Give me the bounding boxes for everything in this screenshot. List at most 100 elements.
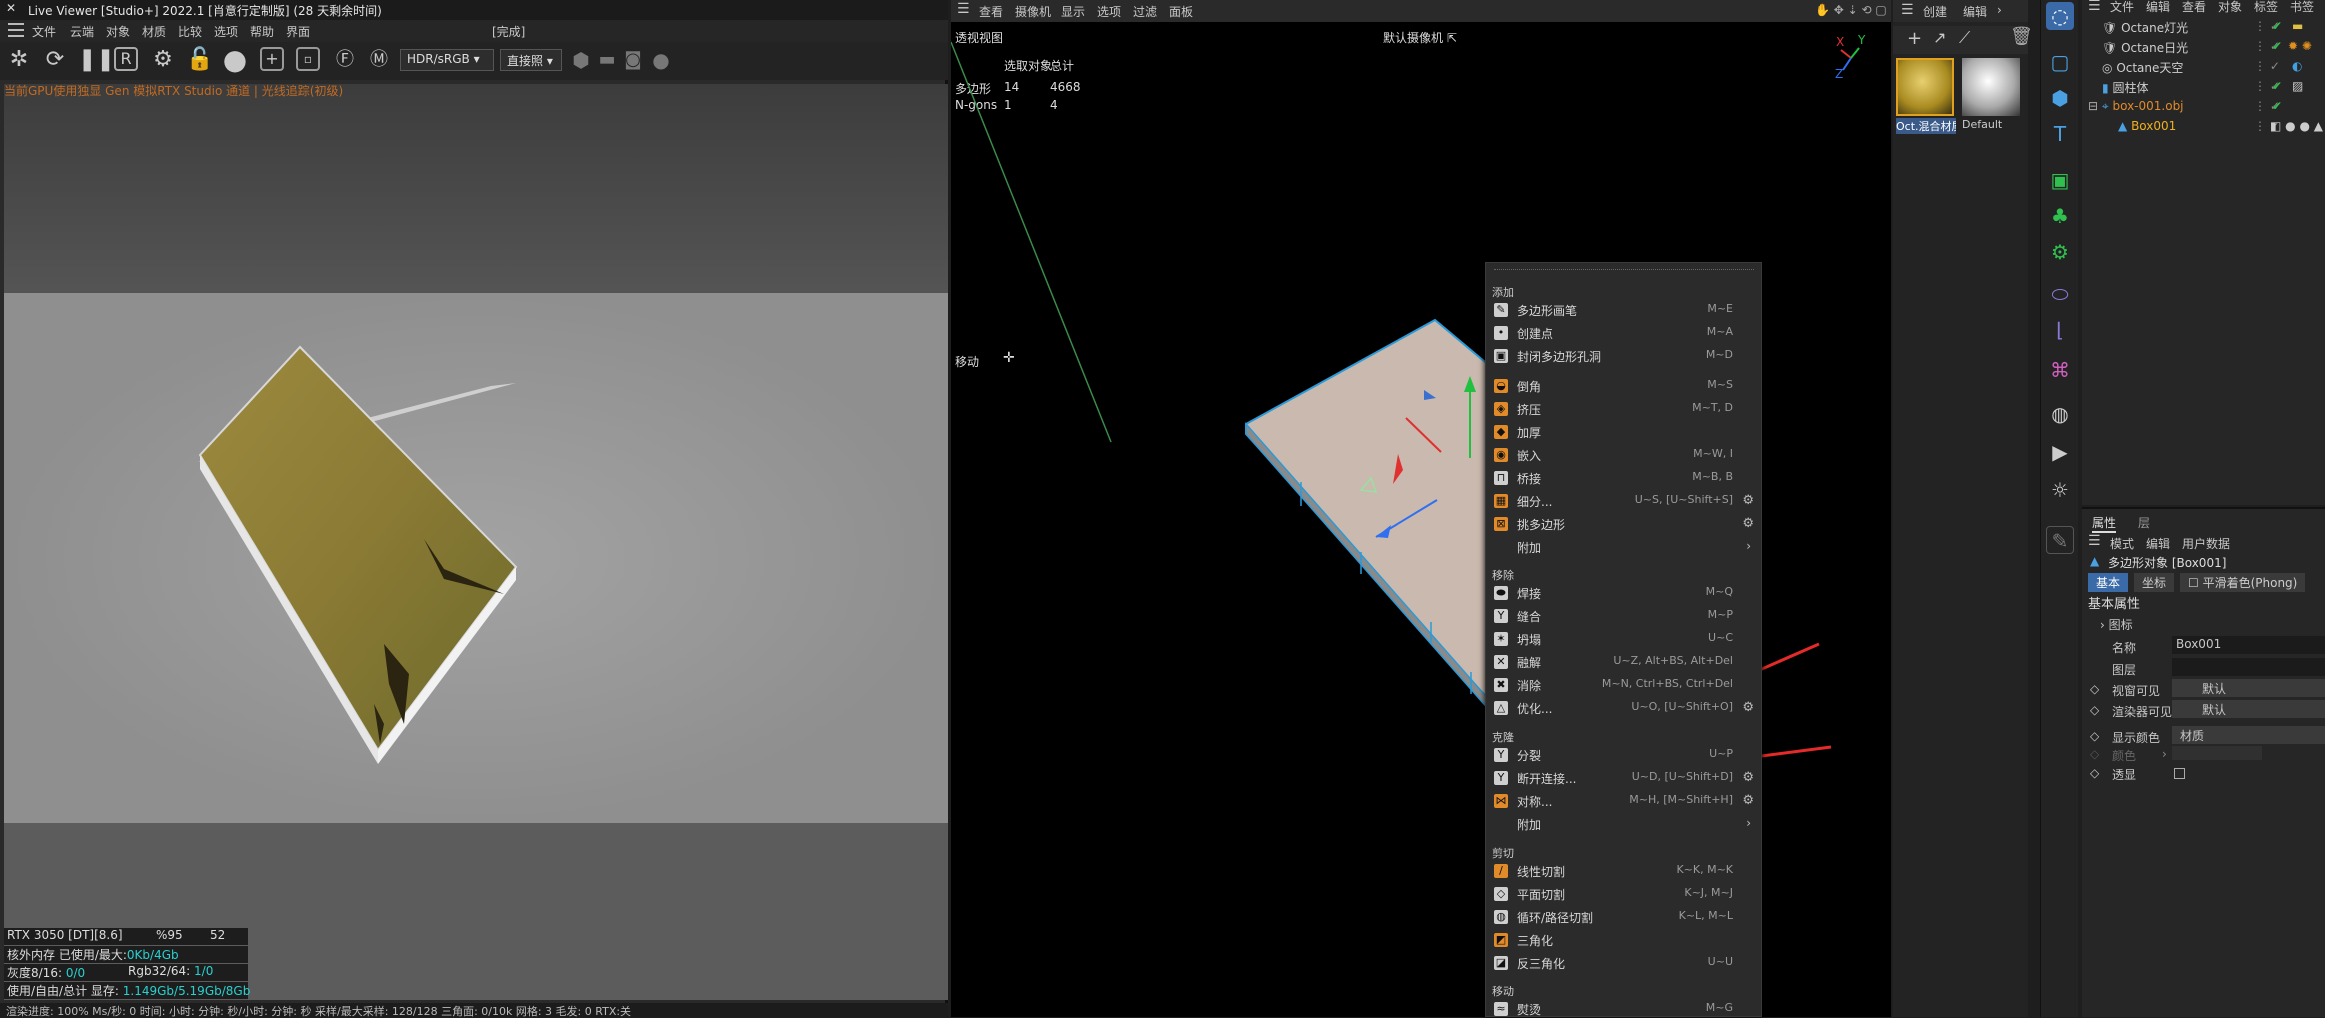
focus-picker-icon[interactable]: ▫ (296, 47, 320, 71)
gear-icon[interactable]: ⚙ (1742, 516, 1754, 531)
vp-menu-camera[interactable]: 摄像机 (1015, 3, 1051, 20)
menu-item-create-point[interactable]: • 创建点 M~A (1486, 322, 1761, 344)
field-viewport-visible-select[interactable]: 默认 (2172, 679, 2325, 697)
send-scene-icon[interactable]: ✲ (6, 47, 32, 73)
attr-menu-edit[interactable]: 编辑 (2146, 535, 2170, 552)
object-hamburger-icon[interactable]: ☰ (2088, 0, 2101, 14)
vp-menu-options[interactable]: 选项 (1097, 3, 1121, 20)
attr-menu-userdata[interactable]: 用户数据 (2182, 535, 2230, 552)
enabled-check-icon[interactable]: ✔ (2272, 19, 2282, 33)
field-render-visible-select[interactable]: 默认 (2172, 700, 2325, 718)
menu-item-thicken[interactable]: ◆ 加厚 (1486, 421, 1761, 443)
attr-hamburger-icon[interactable]: ☰ (2088, 533, 2101, 549)
menu-item-stitch[interactable]: Y 缝合 M~P (1486, 605, 1761, 627)
field-xray-checkbox[interactable] (2174, 768, 2185, 779)
gear-icon[interactable]: ⚙ (1742, 493, 1754, 508)
light-icon[interactable]: ☼ (2046, 476, 2074, 504)
material-label-mix[interactable]: Oct.混合材质1 (1896, 118, 1956, 134)
gear-icon[interactable]: ⚙ (1742, 700, 1754, 715)
pencil-icon[interactable]: ✎ (2046, 526, 2074, 554)
viewport-nav-icons[interactable]: ✋ ✥ ⇣ ⟲ ▢ (1815, 3, 1887, 17)
arrow-icon[interactable]: ↗ (1933, 28, 1946, 47)
menu-material[interactable]: 材质 (142, 23, 166, 40)
object-row-octane-sky[interactable]: ◎ Octane天空 ⋮ ✓ ◐ (2102, 59, 2322, 75)
object-row-octane-light[interactable]: 🛡 Octane灯光 ⋮ ✓ ✔ ▬ (2102, 19, 2322, 35)
menu-item-attach-sub-1[interactable]: 附加 › (1486, 536, 1761, 558)
bend-icon[interactable]: ⌊ (2046, 316, 2074, 344)
menu-tearoff-handle[interactable] (1494, 269, 1754, 273)
menu-file[interactable]: 文件 (32, 23, 56, 40)
obj-menu-view[interactable]: 查看 (2182, 0, 2206, 15)
hamburger-menu-icon[interactable] (8, 23, 24, 37)
vp-menu-display[interactable]: 显示 (1061, 3, 1085, 20)
menu-item-melt[interactable]: ✕ 融解 U~Z, Alt+BS, Alt+Del (1486, 651, 1761, 673)
effector-gear-icon[interactable]: ⚙ (2046, 238, 2074, 266)
gear-icon[interactable]: ⚙ (1742, 793, 1754, 808)
menu-options[interactable]: 选项 (214, 23, 238, 40)
object-row-cylinder[interactable]: ▮ 圆柱体 ⋮ ✓ ✔ ▨ (2102, 79, 2322, 95)
material-swatch-default[interactable] (1962, 58, 2020, 116)
picker-icon[interactable]: ⟋ (1959, 28, 1970, 48)
menu-item-mirror[interactable]: ⋈ 对称... M~H, [M~Shift+H] ⚙ (1486, 790, 1761, 812)
menu-object[interactable]: 对象 (106, 23, 130, 40)
field-display-color-select[interactable]: 材质 (2172, 726, 2325, 744)
object-row-box-obj[interactable]: ⊟ ⌖ box-001.obj ⋮ ✓ ✔ (2088, 99, 2322, 115)
globe-icon[interactable]: ◍ (2046, 400, 2074, 428)
enabled-check-icon[interactable]: ✔ (2272, 39, 2282, 53)
camera-icon[interactable]: ◙ (620, 47, 646, 73)
subtab-phong[interactable]: ☐ 平滑着色(Phong) (2180, 573, 2306, 592)
menu-item-bevel[interactable]: ◒ 倒角 M~S (1486, 375, 1761, 397)
keyframe-diamond-icon[interactable]: ◇ (2090, 703, 2099, 717)
restart-render-icon[interactable]: ⟳ (42, 47, 68, 73)
menu-item-extrude[interactable]: ◈ 挤压 M~T, D (1486, 398, 1761, 420)
menu-item-bridge[interactable]: ⊓ 桥接 M~B, B (1486, 467, 1761, 489)
keyframe-diamond-icon[interactable]: ◇ (2090, 729, 2099, 743)
viewport-hamburger-icon[interactable]: ☰ (957, 1, 970, 17)
menu-item-iron[interactable]: ≈ 熨烫 M~G (1486, 998, 1761, 1017)
field-layer-input[interactable] (2172, 658, 2325, 676)
env-tag-icon[interactable]: ◐ (2292, 59, 2302, 73)
sun-tag-icon[interactable]: ✹ ✺ (2288, 39, 2312, 53)
tab-layers[interactable]: 层 (2138, 514, 2150, 531)
menu-item-triangulate[interactable]: ◩ 三角化 (1486, 929, 1761, 951)
keyframe-diamond-icon[interactable]: ◇ (2090, 682, 2099, 696)
material-label-default[interactable]: Default (1962, 118, 2022, 131)
icon-expander[interactable]: › 图标 (2100, 616, 2133, 633)
subtab-coord[interactable]: 坐标 (2134, 573, 2175, 592)
spline-icon[interactable]: ⌘ (2046, 356, 2074, 384)
vp-menu-filter[interactable]: 过滤 (1133, 3, 1157, 20)
text-tool-icon[interactable]: T (2046, 120, 2074, 148)
menu-item-untriangulate[interactable]: ◪ 反三角化 U~U (1486, 952, 1761, 974)
obj-menu-file[interactable]: 文件 (2110, 0, 2134, 15)
menu-item-subdivide[interactable]: ▦ 细分... U~S, [U~Shift+S] ⚙ (1486, 490, 1761, 512)
map-pin-icon[interactable]: Ⓜ (366, 47, 392, 73)
menu-interface[interactable]: 界面 (286, 23, 310, 40)
obj-menu-object[interactable]: 对象 (2218, 0, 2242, 15)
cube-outline-icon[interactable]: ▢ (2046, 48, 2074, 76)
menu-item-poke[interactable]: ⊠ 挑多边形 ⚙ (1486, 513, 1761, 535)
camera-tool-icon[interactable]: ▶ (2046, 438, 2074, 466)
menu-item-attach-sub-2[interactable]: 附加 › (1486, 813, 1761, 835)
object-row-box001[interactable]: ▲ Box001 ⋮ ✓ ◧ ● ● ▲ (2118, 119, 2323, 135)
menu-compare[interactable]: 比较 (178, 23, 202, 40)
lock-icon[interactable]: 🔓 (186, 47, 213, 73)
enabled-check-icon[interactable]: ✔ (2272, 79, 2282, 93)
tag-icon[interactable]: ▬ (2292, 19, 2303, 33)
field-color-swatch[interactable] (2172, 746, 2262, 760)
object-row-octane-daylight[interactable]: 🛡 Octane日光 ⋮ ✓ ✔ ✹ ✺ (2102, 39, 2322, 55)
obj-menu-tag[interactable]: 标签 (2254, 0, 2278, 15)
obj-menu-edit[interactable]: 编辑 (2146, 0, 2170, 15)
mat-menu-create[interactable]: 创建 (1923, 3, 1947, 20)
cube-icon[interactable]: ⬢ (2046, 84, 2074, 112)
menu-item-weld[interactable]: ⬬ 焊接 M~Q (1486, 582, 1761, 604)
menu-item-close-hole[interactable]: ▣ 封闭多边形孔洞 M~D (1486, 345, 1761, 367)
focus-f-icon[interactable]: Ⓕ (332, 47, 358, 73)
cloner-icon[interactable]: ♣ (2046, 202, 2074, 230)
generator-icon[interactable]: ▣ (2046, 166, 2074, 194)
attr-menu-mode[interactable]: 模式 (2110, 535, 2134, 552)
menu-item-loop-cut[interactable]: ◍ 循环/路径切割 K~L, M~L (1486, 906, 1761, 928)
keyframe-diamond-icon[interactable]: ◇ (2090, 766, 2099, 780)
tab-attributes[interactable]: 属性 (2092, 514, 2117, 533)
menu-item-split[interactable]: Y 分裂 U~P (1486, 744, 1761, 766)
add-material-icon[interactable]: + (1907, 28, 1922, 49)
